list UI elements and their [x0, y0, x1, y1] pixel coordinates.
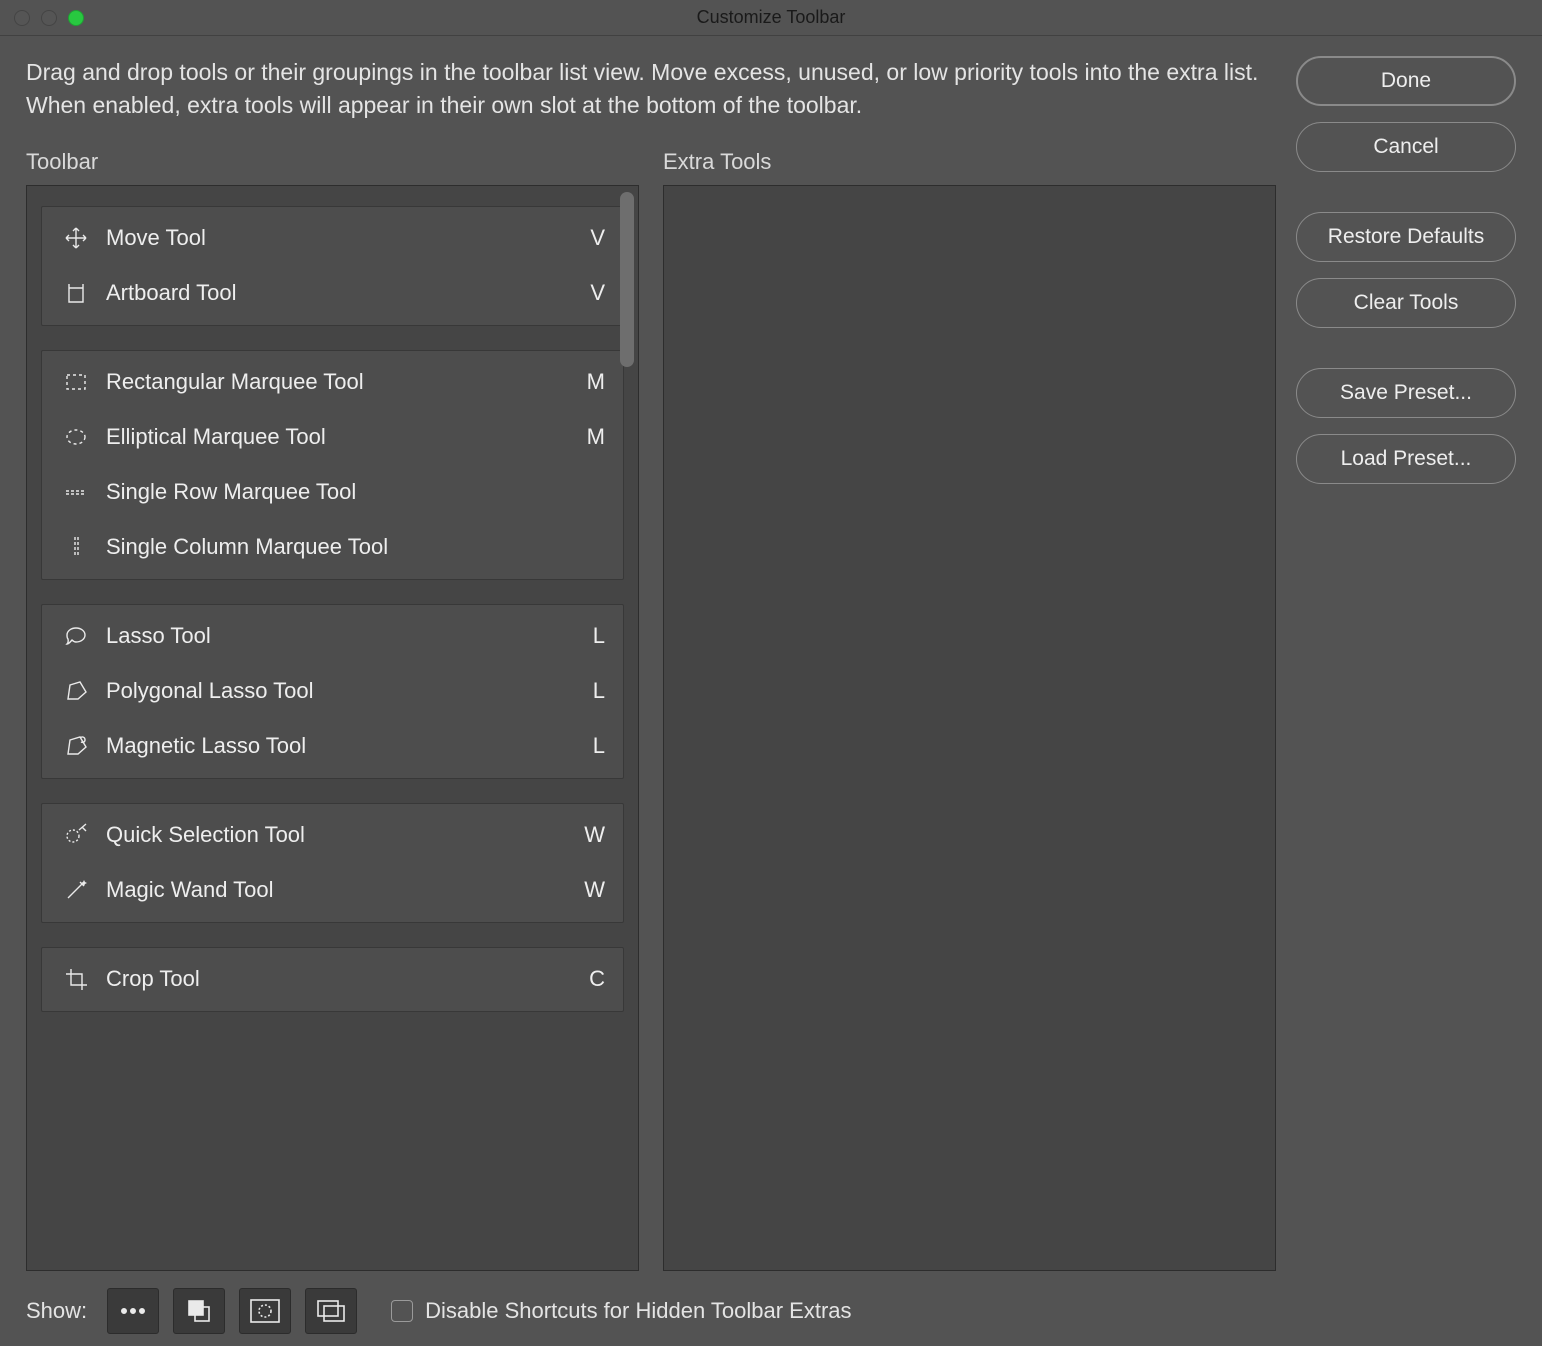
- tool-shortcut: V: [575, 280, 605, 306]
- artboard-icon: [56, 279, 96, 307]
- toolbar-listbox[interactable]: Move ToolVArtboard ToolVRectangular Marq…: [26, 185, 639, 1271]
- tool-name: Magnetic Lasso Tool: [96, 733, 575, 759]
- tool-row[interactable]: Crop ToolC: [42, 952, 623, 1007]
- extra-tools-listbox[interactable]: [663, 185, 1276, 1271]
- tool-row[interactable]: Lasso ToolL: [42, 609, 623, 664]
- extra-tools-label: Extra Tools: [663, 149, 1276, 175]
- tool-row[interactable]: Magic Wand ToolW: [42, 863, 623, 918]
- tool-group[interactable]: Rectangular Marquee ToolMElliptical Marq…: [41, 350, 624, 580]
- tool-name: Polygonal Lasso Tool: [96, 678, 575, 704]
- scrollbar-thumb[interactable]: [620, 192, 634, 367]
- footer: Show: Disable Shortcuts for Hidden Toolb…: [0, 1276, 1542, 1346]
- tool-name: Artboard Tool: [96, 280, 575, 306]
- tool-row[interactable]: Single Column Marquee Tool: [42, 520, 623, 575]
- clear-tools-button[interactable]: Clear Tools: [1296, 278, 1516, 328]
- tool-name: Move Tool: [96, 225, 575, 251]
- tool-shortcut: W: [575, 877, 605, 903]
- tool-name: Elliptical Marquee Tool: [96, 424, 575, 450]
- tool-group[interactable]: Move ToolVArtboard ToolV: [41, 206, 624, 326]
- checkbox-box[interactable]: [391, 1300, 413, 1322]
- tool-shortcut: M: [575, 369, 605, 395]
- checkbox-label: Disable Shortcuts for Hidden Toolbar Ext…: [425, 1298, 851, 1324]
- show-screenmode-button[interactable]: [305, 1288, 357, 1334]
- tool-name: Quick Selection Tool: [96, 822, 575, 848]
- disable-shortcuts-checkbox[interactable]: Disable Shortcuts for Hidden Toolbar Ext…: [391, 1298, 851, 1324]
- show-extra-menu-button[interactable]: [107, 1288, 159, 1334]
- tool-name: Magic Wand Tool: [96, 877, 575, 903]
- tool-shortcut: W: [575, 822, 605, 848]
- tool-row[interactable]: Artboard ToolV: [42, 266, 623, 321]
- magic-wand-icon: [56, 876, 96, 904]
- tool-group[interactable]: Quick Selection ToolWMagic Wand ToolW: [41, 803, 624, 923]
- magnetic-lasso-icon: [56, 732, 96, 760]
- col-marquee-icon: [56, 533, 96, 561]
- tool-name: Rectangular Marquee Tool: [96, 369, 575, 395]
- tool-shortcut: V: [575, 225, 605, 251]
- titlebar: Customize Toolbar: [0, 0, 1542, 36]
- tool-row[interactable]: Rectangular Marquee ToolM: [42, 355, 623, 410]
- tool-row[interactable]: Single Row Marquee Tool: [42, 465, 623, 520]
- poly-lasso-icon: [56, 677, 96, 705]
- show-fg-bg-button[interactable]: [173, 1288, 225, 1334]
- restore-defaults-button[interactable]: Restore Defaults: [1296, 212, 1516, 262]
- crop-icon: [56, 965, 96, 993]
- done-button[interactable]: Done: [1296, 56, 1516, 106]
- rect-marquee-icon: [56, 368, 96, 396]
- tool-group[interactable]: Lasso ToolLPolygonal Lasso ToolLMagnetic…: [41, 604, 624, 779]
- tool-shortcut: M: [575, 424, 605, 450]
- tool-name: Lasso Tool: [96, 623, 575, 649]
- quick-select-icon: [56, 821, 96, 849]
- tool-shortcut: L: [575, 623, 605, 649]
- window-title: Customize Toolbar: [0, 7, 1542, 28]
- tool-shortcut: C: [575, 966, 605, 992]
- toolbar-list-label: Toolbar: [26, 149, 639, 175]
- tool-group[interactable]: Crop ToolC: [41, 947, 624, 1012]
- tool-row[interactable]: Elliptical Marquee ToolM: [42, 410, 623, 465]
- tool-row[interactable]: Magnetic Lasso ToolL: [42, 719, 623, 774]
- scrollbar[interactable]: [620, 192, 634, 1264]
- tool-name: Single Row Marquee Tool: [96, 479, 575, 505]
- tool-name: Single Column Marquee Tool: [96, 534, 575, 560]
- tool-row[interactable]: Quick Selection ToolW: [42, 808, 623, 863]
- ellipse-marquee-icon: [56, 423, 96, 451]
- tool-name: Crop Tool: [96, 966, 575, 992]
- move-icon: [56, 224, 96, 252]
- show-label: Show:: [26, 1298, 87, 1324]
- tool-shortcut: L: [575, 678, 605, 704]
- tool-row[interactable]: Move ToolV: [42, 211, 623, 266]
- lasso-icon: [56, 622, 96, 650]
- tool-row[interactable]: Polygonal Lasso ToolL: [42, 664, 623, 719]
- load-preset-button[interactable]: Load Preset...: [1296, 434, 1516, 484]
- save-preset-button[interactable]: Save Preset...: [1296, 368, 1516, 418]
- tool-shortcut: L: [575, 733, 605, 759]
- show-quickmask-button[interactable]: [239, 1288, 291, 1334]
- row-marquee-icon: [56, 478, 96, 506]
- cancel-button[interactable]: Cancel: [1296, 122, 1516, 172]
- description-text: Drag and drop tools or their groupings i…: [26, 56, 1276, 123]
